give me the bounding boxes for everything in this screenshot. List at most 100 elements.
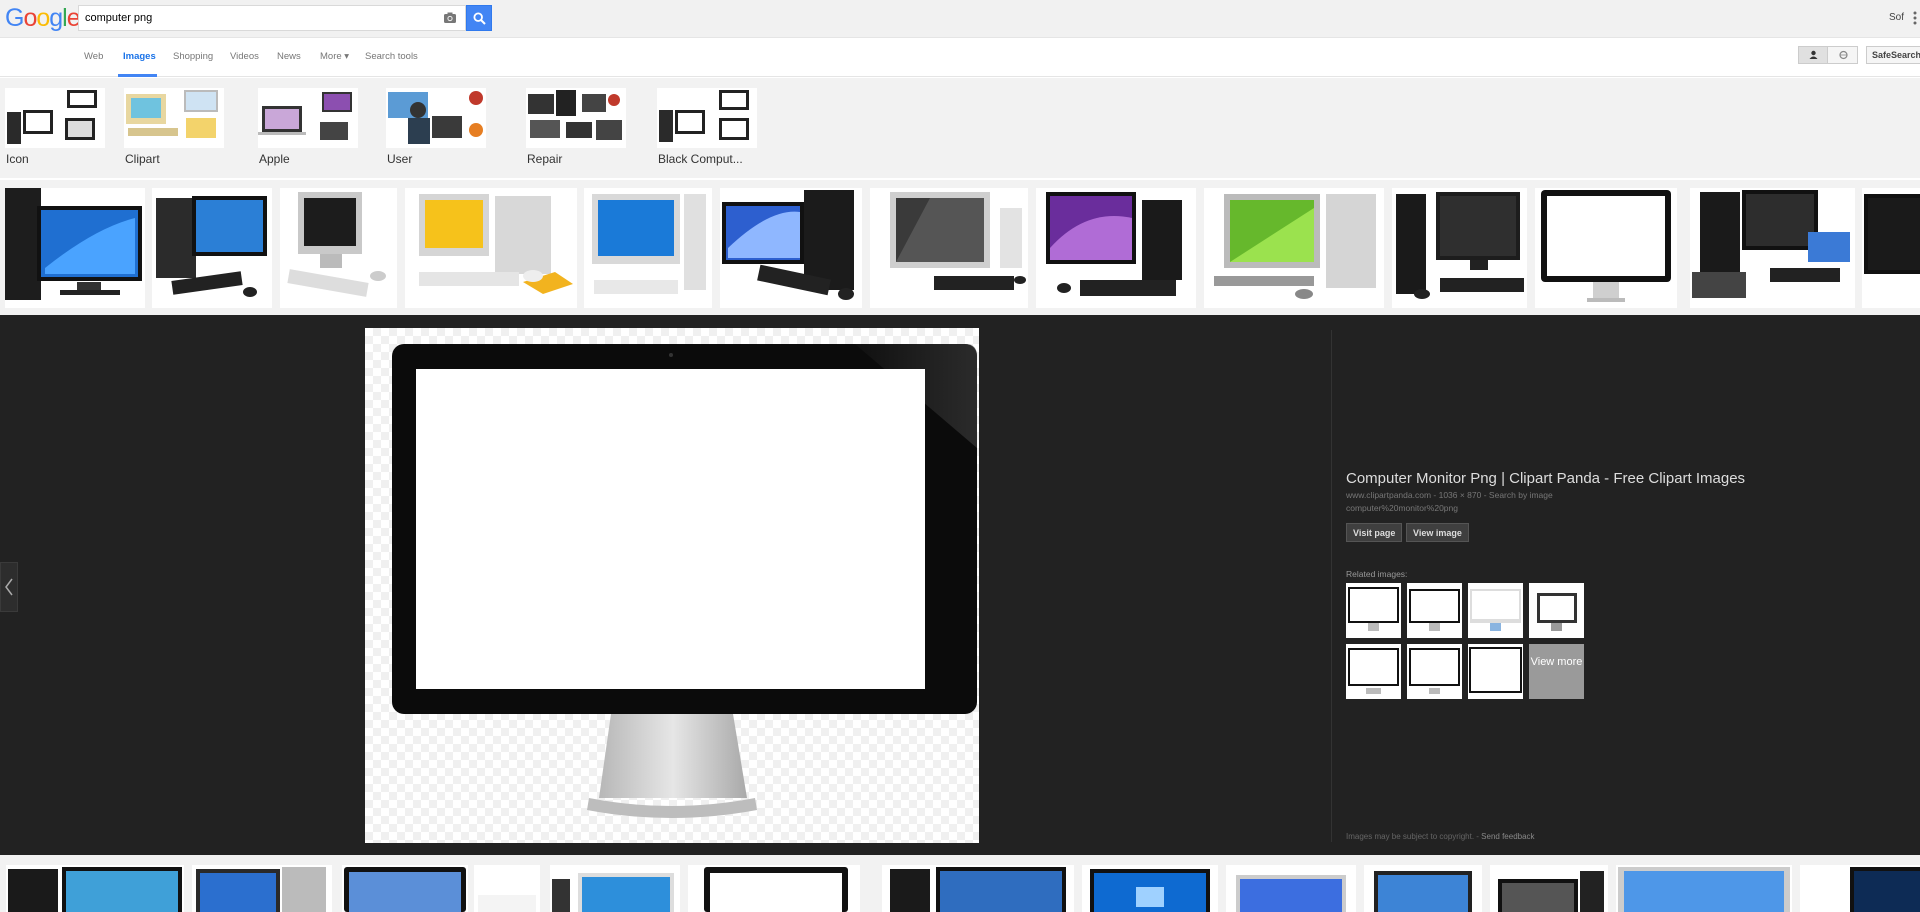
previous-image-button[interactable]: [0, 562, 18, 612]
search-tools-button[interactable]: Search tools: [365, 51, 418, 62]
image-result[interactable]: [474, 865, 540, 912]
related-image[interactable]: [1346, 583, 1401, 638]
tab-web[interactable]: Web: [84, 51, 103, 62]
category-label: User: [387, 152, 413, 166]
image-result[interactable]: [882, 865, 1074, 912]
result-image: [287, 192, 386, 297]
tab-more[interactable]: More ▾: [320, 51, 349, 62]
tab-shopping[interactable]: Shopping: [173, 51, 213, 62]
image-result[interactable]: [1036, 188, 1196, 308]
result-image: [156, 196, 267, 297]
related-image[interactable]: [1468, 644, 1523, 699]
image-result[interactable]: [1490, 865, 1608, 912]
related-thumbnail: [1348, 648, 1399, 694]
image-result[interactable]: [280, 188, 397, 308]
result-image: [1046, 192, 1182, 296]
logo-letter: g: [49, 4, 63, 32]
image-preview-panel: Computer Monitor Png | Clipart Panda - F…: [0, 315, 1920, 855]
result-image: [552, 873, 674, 912]
tab-news[interactable]: News: [277, 51, 301, 62]
search-icon: [473, 12, 486, 25]
image-result[interactable]: [1082, 865, 1218, 912]
related-image[interactable]: [1346, 644, 1401, 699]
category-thumbnail: [258, 88, 358, 148]
send-feedback-link[interactable]: Send feedback: [1481, 832, 1534, 841]
related-thumbnail: [1409, 648, 1460, 694]
image-result[interactable]: [5, 188, 145, 308]
view-image-button[interactable]: View image: [1406, 523, 1469, 542]
related-thumbnail: [1537, 593, 1577, 631]
category-label: Apple: [259, 152, 290, 166]
result-image: [344, 867, 466, 912]
image-result[interactable]: [550, 865, 680, 912]
google-logo[interactable]: Google: [5, 4, 81, 32]
safesearch-button[interactable]: SafeSearch: [1866, 46, 1920, 64]
global-results-button[interactable]: [1829, 47, 1858, 63]
result-image: [8, 867, 182, 912]
image-result[interactable]: [342, 865, 468, 912]
result-image: [1541, 190, 1671, 302]
image-result[interactable]: [1204, 188, 1384, 308]
result-image: [1090, 869, 1210, 912]
image-result[interactable]: [720, 188, 862, 308]
view-more-button[interactable]: View more: [1529, 644, 1584, 699]
related-thumbnail: [1470, 589, 1521, 631]
image-result-selected[interactable]: [1535, 188, 1677, 308]
image-result[interactable]: [1392, 188, 1527, 308]
monitor-image: [392, 344, 977, 818]
related-image[interactable]: [1407, 644, 1462, 699]
category-icon[interactable]: Icon: [5, 88, 105, 170]
image-result[interactable]: [1862, 188, 1920, 308]
category-apple[interactable]: Apple: [258, 88, 358, 170]
image-result[interactable]: [192, 865, 332, 912]
category-clipart[interactable]: Clipart: [124, 88, 224, 170]
image-title[interactable]: Computer Monitor Png | Clipart Panda - F…: [1346, 470, 1906, 488]
user-name[interactable]: Sof: [1889, 12, 1904, 23]
more-options-icon[interactable]: [1913, 11, 1917, 25]
copyright-text: Images may be subject to copyright.: [1346, 832, 1475, 841]
image-result[interactable]: [584, 188, 712, 308]
category-repair[interactable]: Repair: [526, 88, 626, 170]
chevron-left-icon: [5, 578, 13, 596]
result-image: [1618, 867, 1790, 912]
image-result[interactable]: [405, 188, 577, 308]
image-result[interactable]: [688, 865, 860, 912]
related-thumbnail: [1409, 589, 1460, 631]
category-label: Repair: [527, 152, 563, 166]
image-result[interactable]: [1364, 865, 1482, 912]
visit-page-button[interactable]: Visit page: [1346, 523, 1403, 542]
image-result[interactable]: [870, 188, 1028, 308]
related-image[interactable]: [1407, 583, 1462, 638]
panel-divider: [1331, 330, 1332, 842]
related-image[interactable]: [1529, 583, 1584, 638]
related-image[interactable]: [1468, 583, 1523, 638]
category-thumbnail: [5, 88, 105, 148]
image-result[interactable]: [1690, 188, 1855, 308]
result-image: [1498, 871, 1604, 912]
image-result[interactable]: [6, 865, 184, 912]
top-bar: Google Sof: [0, 0, 1920, 38]
image-result[interactable]: [1616, 865, 1792, 912]
search-button[interactable]: [466, 5, 492, 31]
tab-videos[interactable]: Videos: [230, 51, 259, 62]
category-label: Black Comput...: [658, 152, 743, 166]
related-images-grid: View more: [1346, 583, 1586, 701]
camera-icon[interactable]: [443, 11, 457, 25]
result-image: [890, 867, 1066, 912]
result-image: [1214, 194, 1376, 299]
result-image: [1850, 867, 1920, 912]
result-image: [722, 190, 854, 300]
image-filename: computer%20monitor%20png: [1346, 503, 1458, 513]
image-result[interactable]: [1800, 865, 1920, 912]
category-black-computer[interactable]: Black Comput...: [657, 88, 757, 170]
preview-image[interactable]: [365, 328, 979, 843]
image-result[interactable]: [152, 188, 272, 308]
category-user[interactable]: User: [386, 88, 486, 170]
logo-letter: o: [23, 4, 37, 32]
image-result[interactable]: [1226, 865, 1356, 912]
personal-results-button[interactable]: [1799, 47, 1828, 63]
search-input[interactable]: [79, 6, 429, 30]
category-label: Icon: [6, 152, 29, 166]
image-source-meta: www.clipartpanda.com - 1036 × 870 - Sear…: [1346, 490, 1553, 500]
tab-images[interactable]: Images: [123, 51, 156, 62]
